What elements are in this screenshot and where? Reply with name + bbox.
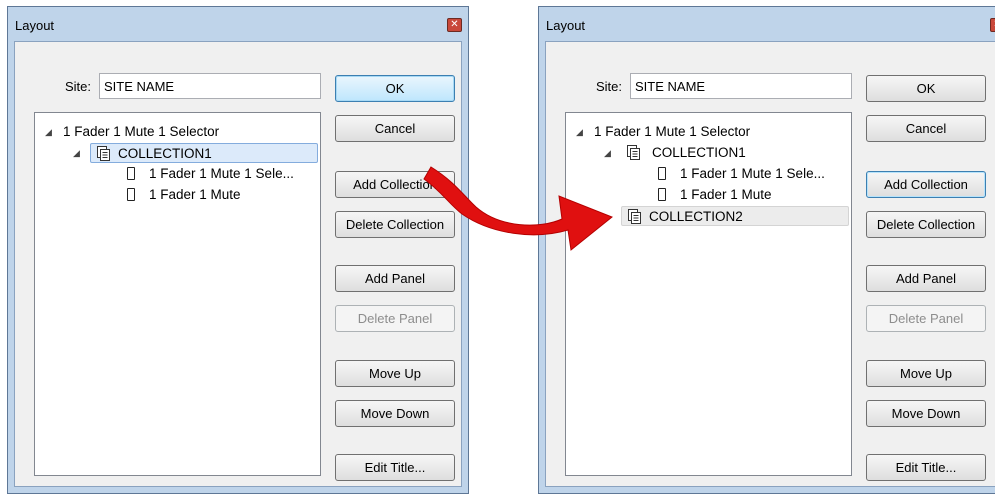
delete-collection-button[interactable]: Delete Collection (866, 211, 986, 238)
panel-icon (127, 167, 135, 180)
move-up-button[interactable]: Move Up (335, 360, 455, 387)
cancel-button[interactable]: Cancel (866, 115, 986, 142)
site-label: Site: (65, 79, 92, 94)
tree-item-collection1[interactable]: ◢ COLLECTION1 (570, 143, 849, 163)
tree-item-label: 1 Fader 1 Mute 1 Selector (63, 124, 220, 139)
collection-icon (628, 209, 641, 224)
dialog-title: Layout (15, 18, 55, 33)
layout-tree[interactable]: ◢ 1 Fader 1 Mute 1 Selector ◢ COLLECTION… (565, 112, 852, 476)
close-icon[interactable]: ✕ (447, 18, 462, 32)
add-collection-button[interactable]: Add Collection (335, 171, 455, 198)
ok-button[interactable]: OK (335, 75, 455, 102)
delete-collection-button[interactable]: Delete Collection (335, 211, 455, 238)
tree-item-label: 1 Fader 1 Mute 1 Sele... (149, 166, 294, 181)
edit-title-button[interactable]: Edit Title... (866, 454, 986, 481)
move-down-button[interactable]: Move Down (866, 400, 986, 427)
delete-panel-button[interactable]: Delete Panel (866, 305, 986, 332)
move-down-button[interactable]: Move Down (335, 400, 455, 427)
expanded-triangle-icon[interactable]: ◢ (576, 122, 583, 142)
add-panel-button[interactable]: Add Panel (335, 265, 455, 292)
dialog-client-area: Site: ◢ 1 Fader 1 Mute 1 Selector ◢ COLL… (545, 41, 995, 487)
tree-item-root[interactable]: ◢ 1 Fader 1 Mute 1 Selector (39, 122, 309, 142)
dialog-client-area: Site: ◢ 1 Fader 1 Mute 1 Selector ◢ COLL… (14, 41, 462, 487)
add-panel-button[interactable]: Add Panel (866, 265, 986, 292)
layout-dialog-before: Layout ✕ Site: ◢ 1 Fader 1 Mute 1 Select… (7, 6, 469, 494)
layout-tree[interactable]: ◢ 1 Fader 1 Mute 1 Selector ◢ COLLECTION… (34, 112, 321, 476)
tree-item-collection2[interactable]: COLLECTION2 (621, 206, 849, 226)
cancel-button[interactable]: Cancel (335, 115, 455, 142)
delete-panel-button[interactable]: Delete Panel (335, 305, 455, 332)
tree-selection-highlight[interactable]: COLLECTION1 (90, 143, 318, 163)
collection-icon (627, 145, 640, 160)
tree-item-panel1[interactable]: 1 Fader 1 Mute 1 Sele... (125, 164, 320, 184)
tree-item-panel1[interactable]: 1 Fader 1 Mute 1 Sele... (656, 164, 851, 184)
expanded-triangle-icon[interactable]: ◢ (73, 143, 80, 163)
tree-item-label: COLLECTION1 (652, 145, 746, 160)
add-collection-button[interactable]: Add Collection (866, 171, 986, 198)
tree-item-label: 1 Fader 1 Mute (680, 187, 772, 202)
tree-item-root[interactable]: ◢ 1 Fader 1 Mute 1 Selector (570, 122, 840, 142)
tree-item-label: COLLECTION1 (118, 146, 212, 161)
dialog-title: Layout (546, 18, 586, 33)
title-bar[interactable]: Layout ✕ (8, 7, 468, 41)
close-icon[interactable]: ✕ (990, 18, 995, 32)
site-label: Site: (596, 79, 623, 94)
ok-button[interactable]: OK (866, 75, 986, 102)
tree-item-panel2[interactable]: 1 Fader 1 Mute (125, 185, 320, 205)
panel-icon (658, 167, 666, 180)
move-up-button[interactable]: Move Up (866, 360, 986, 387)
expanded-triangle-icon[interactable]: ◢ (604, 143, 611, 163)
collection-icon (97, 146, 110, 161)
tree-item-panel2[interactable]: 1 Fader 1 Mute (656, 185, 851, 205)
site-input[interactable] (630, 73, 852, 99)
tree-item-label: COLLECTION2 (649, 209, 743, 224)
expanded-triangle-icon[interactable]: ◢ (45, 122, 52, 142)
site-input[interactable] (99, 73, 321, 99)
edit-title-button[interactable]: Edit Title... (335, 454, 455, 481)
layout-dialog-after: Layout ✕ Site: ◢ 1 Fader 1 Mute 1 Select… (538, 6, 995, 494)
panel-icon (127, 188, 135, 201)
tree-item-label: 1 Fader 1 Mute (149, 187, 241, 202)
tree-item-label: 1 Fader 1 Mute 1 Selector (594, 124, 751, 139)
panel-icon (658, 188, 666, 201)
title-bar[interactable]: Layout ✕ (539, 7, 995, 41)
tree-item-label: 1 Fader 1 Mute 1 Sele... (680, 166, 825, 181)
